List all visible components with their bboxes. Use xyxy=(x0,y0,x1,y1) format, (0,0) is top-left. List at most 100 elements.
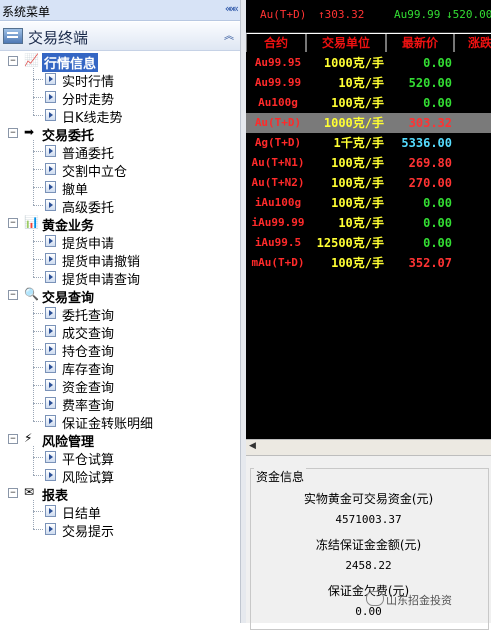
contract-code: Au99.95 xyxy=(254,56,302,69)
terminal-icon xyxy=(3,28,23,44)
latest-price: 0.00 xyxy=(423,216,452,230)
page-icon xyxy=(45,109,56,121)
quote-row[interactable]: Au99.95 1000克/手 0.00 xyxy=(246,53,491,73)
tree-connector xyxy=(33,140,34,205)
latest-price: 0.00 xyxy=(423,96,452,110)
tree-item[interactable]: 日结单 xyxy=(0,502,240,522)
tree-item-label[interactable]: 交易提示 xyxy=(62,521,114,540)
page-icon xyxy=(45,181,56,193)
trade-unit: 100克/手 xyxy=(331,96,384,110)
tree-item[interactable]: 提货申请查询 xyxy=(0,268,240,288)
double-chevron-up-icon[interactable]: ««« xyxy=(225,2,239,15)
contract-code: iAu100g xyxy=(254,196,302,209)
tree-item[interactable]: 保证金转账明细 xyxy=(0,412,240,432)
collapse-toggle-icon[interactable]: − xyxy=(8,56,18,66)
latest-price: 352.07 xyxy=(408,256,452,270)
quote-row[interactable]: iAu99.99 10克/手 0.00 xyxy=(246,213,491,233)
quote-row[interactable]: Au(T+N1) 100克/手 269.80 xyxy=(246,153,491,173)
tree-category[interactable]: − ➡ 交易委托 xyxy=(0,124,240,144)
contract-code: Au(T+N2) xyxy=(251,176,305,189)
collapse-toggle-icon[interactable]: − xyxy=(8,488,18,498)
tree-category[interactable]: − ⚡ 风险管理 xyxy=(0,430,240,450)
tree-item[interactable]: 日K线走势 xyxy=(0,106,240,126)
tree-item[interactable]: 持仓查询 xyxy=(0,340,240,360)
quote-row[interactable]: mAu(T+D) 100克/手 352.07 xyxy=(246,253,491,273)
horizontal-scrollbar[interactable]: ◀ xyxy=(246,439,491,456)
tree-item[interactable]: 资金查询 xyxy=(0,376,240,396)
tree-item[interactable]: 普通委托 xyxy=(0,142,240,162)
tree-item[interactable]: 费率查询 xyxy=(0,394,240,414)
collapse-toggle-icon[interactable]: − xyxy=(8,128,18,138)
system-menu-header: 系统菜单 ««« xyxy=(0,0,240,21)
collapse-toggle-icon[interactable]: − xyxy=(8,290,18,300)
scroll-left-icon[interactable]: ◀ xyxy=(249,441,256,451)
tree-connector xyxy=(33,205,43,206)
latest-price: 5336.00 xyxy=(401,136,452,150)
quote-row[interactable]: Au100g 100克/手 0.00 xyxy=(246,93,491,113)
tree-item[interactable]: 提货申请 xyxy=(0,232,240,252)
quote-row[interactable]: Au(T+N2) 100克/手 270.00 xyxy=(246,173,491,193)
tree-item[interactable]: 平仓试算 xyxy=(0,448,240,468)
tree-connector xyxy=(33,259,43,260)
tree-item[interactable]: 成交查询 xyxy=(0,322,240,342)
trade-unit: 10克/手 xyxy=(338,216,384,230)
tree-connector xyxy=(33,403,43,404)
contract-code: Au(T+N1) xyxy=(251,156,305,169)
tree-item[interactable]: 交易提示 xyxy=(0,520,240,540)
page-icon xyxy=(45,253,56,265)
page-icon xyxy=(45,163,56,175)
quote-row[interactable]: Ag(T+D) 1千克/手 5336.00 xyxy=(246,133,491,153)
page-icon xyxy=(45,73,56,85)
tree-item[interactable]: 实时行情 xyxy=(0,70,240,90)
tree-category[interactable]: − 📊 黄金业务 xyxy=(0,214,240,234)
wechat-icon xyxy=(366,591,384,606)
tree-item[interactable]: 撤单 xyxy=(0,178,240,198)
tree-category[interactable]: − ✉ 报表 xyxy=(0,484,240,504)
contract-code: iAu99.99 xyxy=(251,216,305,229)
column-header[interactable]: 涨跌 xyxy=(454,34,491,52)
latest-price: 303.32 xyxy=(408,116,452,130)
tree-item[interactable]: 风险试算 xyxy=(0,466,240,486)
tree-item[interactable]: 分时走势 xyxy=(0,88,240,108)
navigation-panel: 系统菜单 ««« 交易终端 ︽ − 📈 行情信息 实时行情 分时走势 日K线走势 − ➡ 交易委… xyxy=(0,0,240,623)
tree-connector xyxy=(33,277,43,278)
tree-item[interactable]: 高级委托 xyxy=(0,196,240,216)
tree-connector xyxy=(33,230,34,277)
column-header[interactable]: 交易单位 xyxy=(306,34,386,52)
terminal-title: 交易终端 xyxy=(28,29,89,47)
fund-value: 2458.22 xyxy=(345,559,392,572)
tree-item[interactable]: 提货申请撤销 xyxy=(0,250,240,270)
tree-connector xyxy=(33,169,43,170)
quote-area: Au(T+D) ↑303.32 Au99.99 ↓520.00 合约 交易单位 最新价 涨跌… xyxy=(246,0,491,630)
system-menu-title: 系统菜单 xyxy=(2,5,51,19)
chart-icon: 📈 xyxy=(24,53,39,67)
column-header[interactable]: 合约 xyxy=(246,34,306,52)
column-header[interactable]: 最新价 xyxy=(386,34,454,52)
tree-item[interactable]: 委托查询 xyxy=(0,304,240,324)
tree-item[interactable]: 交割中立仓 xyxy=(0,160,240,180)
collapse-toggle-icon[interactable]: − xyxy=(8,218,18,228)
page-icon xyxy=(45,307,56,319)
tree-connector xyxy=(33,457,43,458)
quote-row[interactable]: iAu100g 100克/手 0.00 xyxy=(246,193,491,213)
tree-item[interactable]: 库存查询 xyxy=(0,358,240,378)
latest-price: 0.00 xyxy=(423,236,452,250)
terminal-section-header[interactable]: 交易终端 ︽ xyxy=(0,22,240,51)
quote-row[interactable]: iAu99.5 12500克/手 0.00 xyxy=(246,233,491,253)
quote-row[interactable]: Au99.99 10克/手 520.00 xyxy=(246,73,491,93)
page-icon xyxy=(45,361,56,373)
latest-price: 0.00 xyxy=(423,196,452,210)
quote-row[interactable]: Au(T+D) 1000克/手 303.32 xyxy=(246,113,491,133)
tree-connector xyxy=(33,349,43,350)
collapse-icon[interactable]: ︽ xyxy=(224,27,234,42)
contract-code: Au(T+D) xyxy=(254,116,302,129)
watermark-text: 山东招金投资 xyxy=(386,594,452,607)
tree-connector xyxy=(33,331,43,332)
contract-code: Au100g xyxy=(258,96,298,109)
tree-category[interactable]: − 🔍 交易查询 xyxy=(0,286,240,306)
tree-connector xyxy=(33,475,43,476)
tree-connector xyxy=(33,115,43,116)
collapse-toggle-icon[interactable]: − xyxy=(8,434,18,444)
page-icon xyxy=(45,415,56,427)
tree-category[interactable]: − 📈 行情信息 xyxy=(0,52,240,72)
